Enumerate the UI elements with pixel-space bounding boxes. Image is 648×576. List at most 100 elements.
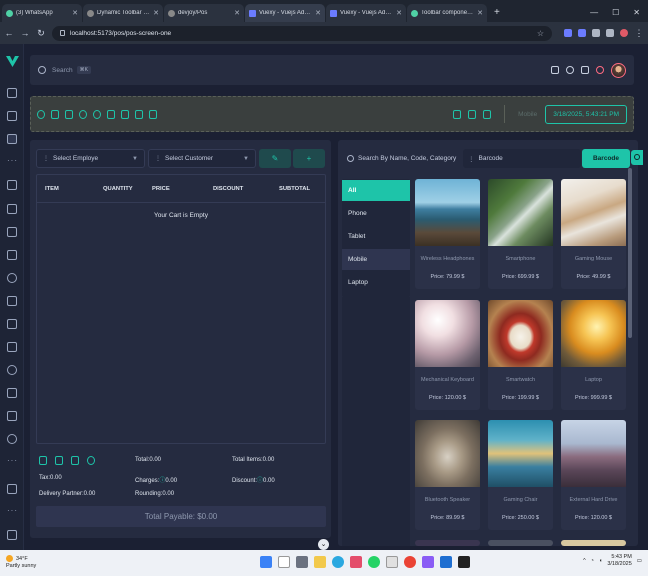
calendar-icon[interactable] (7, 296, 17, 306)
app-icon[interactable] (350, 556, 362, 568)
browser-tab[interactable]: Toolbar component — Vuetify✕ (407, 4, 487, 22)
profile-icon[interactable] (620, 29, 628, 37)
task-view-icon[interactable] (296, 556, 308, 568)
barcode-button[interactable]: Barcode (582, 149, 630, 168)
edit-customer-button[interactable]: ✎ (259, 149, 291, 168)
category-item-mobile[interactable]: Mobile (342, 249, 410, 270)
chat-icon[interactable] (7, 273, 17, 283)
category-item-laptop[interactable]: Laptop (342, 272, 410, 293)
calculator-icon[interactable] (55, 456, 63, 465)
browser-tab[interactable]: Vuexy - Vuejs Admin Dashboard✕ (245, 4, 325, 22)
calculator-icon[interactable] (453, 109, 462, 119)
product-card[interactable] (415, 540, 480, 546)
product-card[interactable]: Mechanical Keyboard Price: 120.00 $ (415, 300, 480, 410)
mode-label[interactable]: Mobile (518, 111, 537, 118)
search-icon[interactable] (278, 556, 290, 568)
mail-icon[interactable] (7, 250, 17, 260)
scissors-icon[interactable] (71, 456, 79, 465)
hand-icon[interactable] (87, 456, 95, 465)
home-icon[interactable] (7, 88, 17, 98)
minimize-icon[interactable]: — (590, 8, 598, 17)
app-logo[interactable] (6, 56, 19, 67)
site-info-icon[interactable] (60, 30, 65, 36)
product-card[interactable]: Smartphone Price: 699.99 $ (488, 179, 553, 289)
browser-tab[interactable]: Vuexy - Vuejs Admin Dashboar✕ (326, 4, 406, 22)
document-icon[interactable] (107, 109, 115, 119)
forward-icon[interactable]: → (20, 28, 30, 38)
pay-button[interactable]: Total Payable: $0.00 (36, 506, 326, 527)
close-icon[interactable]: ✕ (396, 9, 402, 17)
url-field[interactable]: localhost:5173/pos/pos-screen-one ☆ (52, 25, 552, 41)
ui-elements-icon[interactable] (7, 484, 17, 494)
academy-icon[interactable] (7, 204, 17, 214)
store-icon[interactable] (386, 556, 398, 568)
user-avatar[interactable] (611, 62, 626, 78)
tool-icon[interactable] (79, 109, 87, 119)
tool-icon[interactable] (65, 109, 73, 119)
location-icon[interactable] (7, 434, 17, 444)
lock-icon[interactable] (7, 388, 17, 398)
fullscreen-icon[interactable] (468, 109, 477, 119)
notifications-bell-icon[interactable] (596, 66, 604, 74)
scroll-down-button[interactable]: ⌄ (318, 539, 329, 550)
weather-widget[interactable]: 34°F Partly sunny (6, 555, 36, 570)
extensions-puzzle-icon[interactable] (606, 29, 614, 37)
extension-icon[interactable] (592, 29, 600, 37)
close-icon[interactable]: ✕ (315, 9, 321, 17)
product-card[interactable]: Gaming Chair Price: 250.00 $ (488, 420, 553, 530)
terminal-icon[interactable] (458, 556, 470, 568)
file-explorer-icon[interactable] (314, 556, 326, 568)
customizer-button[interactable] (631, 150, 643, 165)
product-card[interactable]: Smartwatch Price: 199.99 $ (488, 300, 553, 410)
close-icon[interactable]: ✕ (153, 9, 159, 17)
product-scrollbar[interactable] (628, 168, 632, 338)
close-icon[interactable]: ✕ (72, 9, 78, 17)
product-card[interactable]: Bluetooth Speaker Price: 89.99 $ (415, 420, 480, 530)
wifi-icon[interactable]: ◔ (591, 558, 594, 564)
category-item-all[interactable]: All (342, 180, 410, 201)
back-icon[interactable]: ← (4, 28, 14, 38)
new-tab-button[interactable]: + (488, 7, 506, 22)
cart-icon[interactable] (7, 180, 17, 190)
logistics-icon[interactable] (7, 227, 17, 237)
whatsapp-icon[interactable] (368, 556, 380, 568)
product-card[interactable]: Laptop Price: 999.99 $ (561, 300, 626, 410)
volume-icon[interactable]: ◖ (599, 558, 602, 564)
product-search-input[interactable]: Search By Name, Code, Category (344, 149, 462, 168)
language-icon[interactable] (551, 66, 559, 74)
clock[interactable]: 5:43 PM 3/18/2025 (607, 554, 631, 568)
invoice-icon[interactable] (7, 342, 17, 352)
maximize-icon[interactable]: ☐ (612, 8, 619, 17)
global-search[interactable]: Search (52, 67, 73, 74)
bookmark-star-icon[interactable]: ☆ (537, 29, 544, 38)
category-item-phone[interactable]: Phone (342, 203, 410, 224)
menu-icon[interactable] (483, 109, 492, 119)
close-icon[interactable]: ✕ (234, 9, 240, 17)
browser-tab[interactable]: Dynamic Toolbar Background C✕ (83, 4, 163, 22)
chrome-icon[interactable] (404, 556, 416, 568)
search-icon[interactable] (38, 66, 46, 74)
tool-icon[interactable] (51, 109, 59, 119)
windows-start-icon[interactable] (260, 556, 272, 568)
browser-menu-icon[interactable]: ⋮ (634, 28, 644, 39)
product-card[interactable]: External Hard Drive Price: 120.00 $ (561, 420, 626, 530)
pages-icon[interactable] (7, 411, 17, 421)
reload-icon[interactable]: ↻ (36, 28, 46, 39)
person-icon[interactable] (37, 109, 45, 119)
user-icon[interactable] (7, 365, 17, 375)
shortcuts-grid-icon[interactable] (581, 66, 589, 74)
product-card[interactable]: Gaming Mouse Price: 49.99 $ (561, 179, 626, 289)
product-card[interactable] (561, 540, 626, 546)
edge-icon[interactable] (332, 556, 344, 568)
barcode-input[interactable]: ⋮ Barcode (463, 149, 581, 168)
browser-tab[interactable]: (3) WhatsApp ✕ (2, 4, 82, 22)
vscode-icon[interactable] (440, 556, 452, 568)
extension-icon[interactable] (564, 29, 572, 37)
category-item-tablet[interactable]: Tablet (342, 226, 410, 247)
grid-icon[interactable] (135, 109, 143, 119)
customer-select[interactable]: ⋮ Select Customer ▼ (148, 149, 256, 168)
notification-icon[interactable]: ▭ (637, 558, 642, 564)
document-icon[interactable] (39, 456, 47, 465)
kanban-icon[interactable] (7, 319, 17, 329)
product-card[interactable] (488, 540, 553, 546)
